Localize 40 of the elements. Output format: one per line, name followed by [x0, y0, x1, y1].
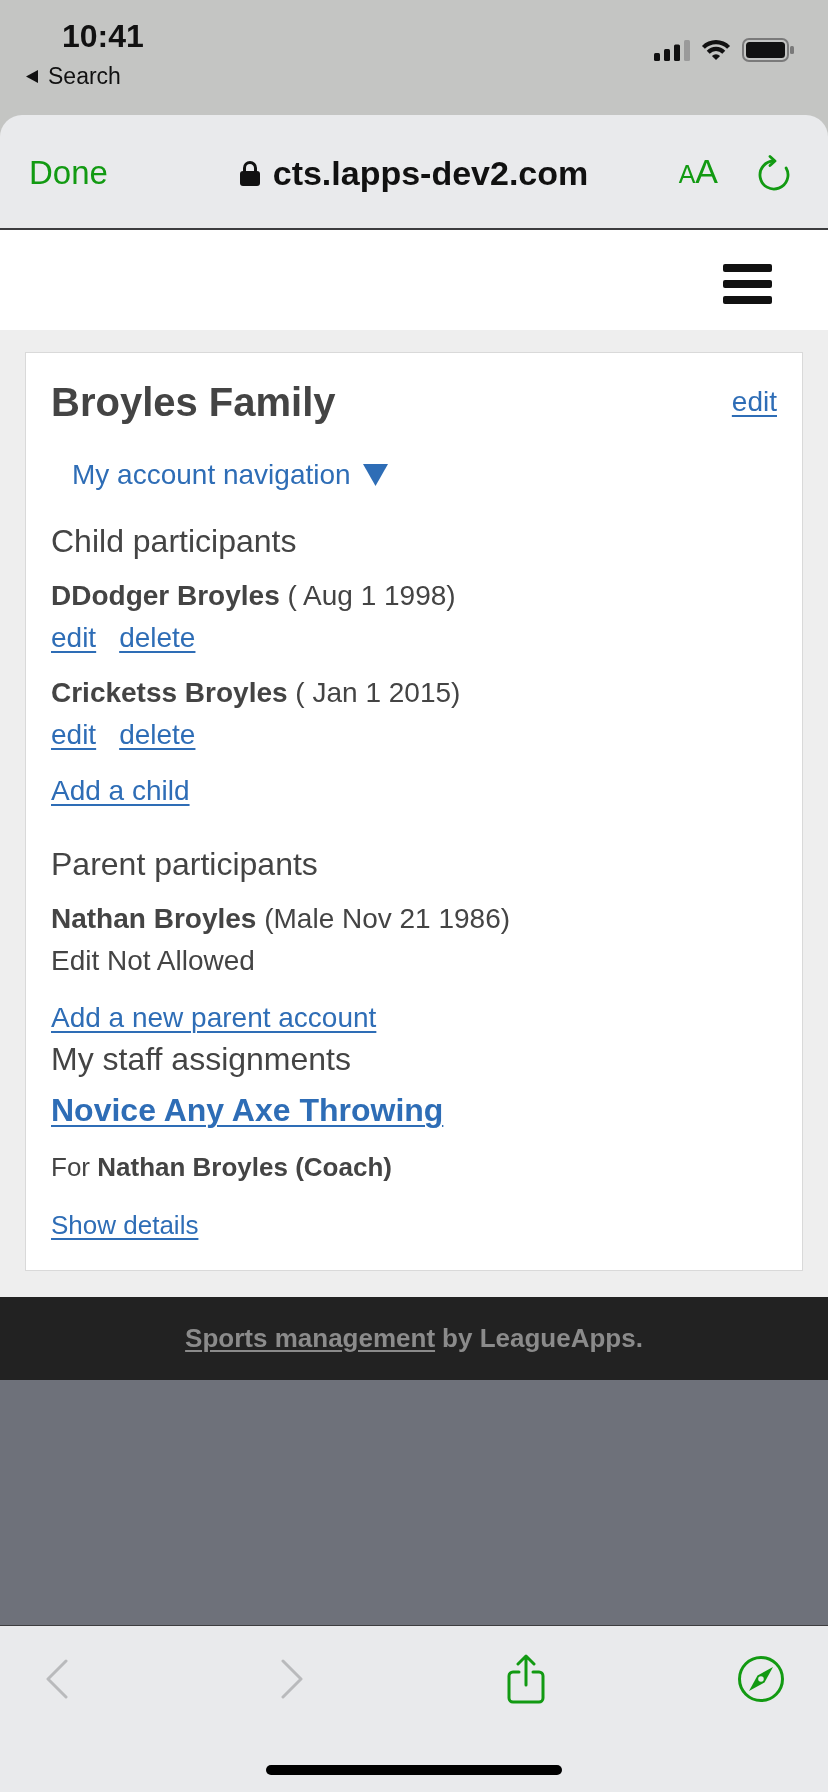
back-to-app-button[interactable]: Search	[26, 62, 121, 90]
reload-button[interactable]	[758, 154, 790, 191]
assignment-role-text: For Nathan Broyles (Coach)	[51, 1152, 393, 1182]
footer-link[interactable]: Sports management	[185, 1319, 436, 1358]
text-size-button[interactable]: AA	[678, 151, 718, 194]
caret-down-icon	[362, 464, 388, 486]
lock-icon	[239, 159, 260, 186]
back-triangle-icon	[26, 69, 38, 83]
participant-note: Edit Not Allowed	[51, 945, 256, 977]
participant-name: Nathan Broyles (Male Nov 21 1986)	[51, 903, 512, 935]
signal-icon	[654, 39, 690, 61]
menu-button[interactable]	[723, 264, 772, 304]
section-heading: Child participants	[51, 523, 298, 559]
delete-participant-link[interactable]: delete	[119, 622, 196, 654]
add-parent-link[interactable]: Add a new parent account	[51, 1002, 377, 1034]
chevron-left-icon	[46, 1659, 68, 1699]
section-heading: Parent participants	[51, 846, 319, 882]
section-heading: My staff assignments	[51, 1041, 352, 1077]
family-title: Broyles Family	[51, 379, 336, 426]
footer-text: by LeagueApps.	[442, 1322, 643, 1355]
chevron-right-icon	[280, 1659, 303, 1699]
share-icon	[507, 1654, 546, 1704]
show-details-link[interactable]: Show details	[51, 1209, 199, 1241]
address-text: cts.lapps-dev2.com	[272, 152, 589, 193]
program-link[interactable]: Novice Any Axe Throwing	[51, 1090, 444, 1130]
edit-family-link[interactable]: edit	[731, 386, 777, 418]
delete-participant-link[interactable]: delete	[119, 719, 196, 751]
account-navigation-toggle[interactable]: My account navigation	[72, 457, 388, 493]
participant-name: DDodger Broyles ( Aug 1 1998)	[51, 580, 457, 612]
reload-icon	[758, 154, 790, 191]
wifi-icon	[701, 39, 731, 61]
participant-name: Cricketss Broyles ( Jan 1 2015)	[51, 677, 462, 709]
edit-participant-link[interactable]: edit	[51, 622, 97, 654]
add-child-link[interactable]: Add a child	[51, 775, 190, 807]
status-time: 10:41	[62, 18, 144, 54]
edit-participant-link[interactable]: edit	[51, 719, 97, 751]
done-button[interactable]: Done	[29, 152, 108, 193]
compass-icon	[737, 1656, 784, 1702]
menu-icon	[723, 264, 772, 304]
battery-icon	[742, 38, 794, 62]
